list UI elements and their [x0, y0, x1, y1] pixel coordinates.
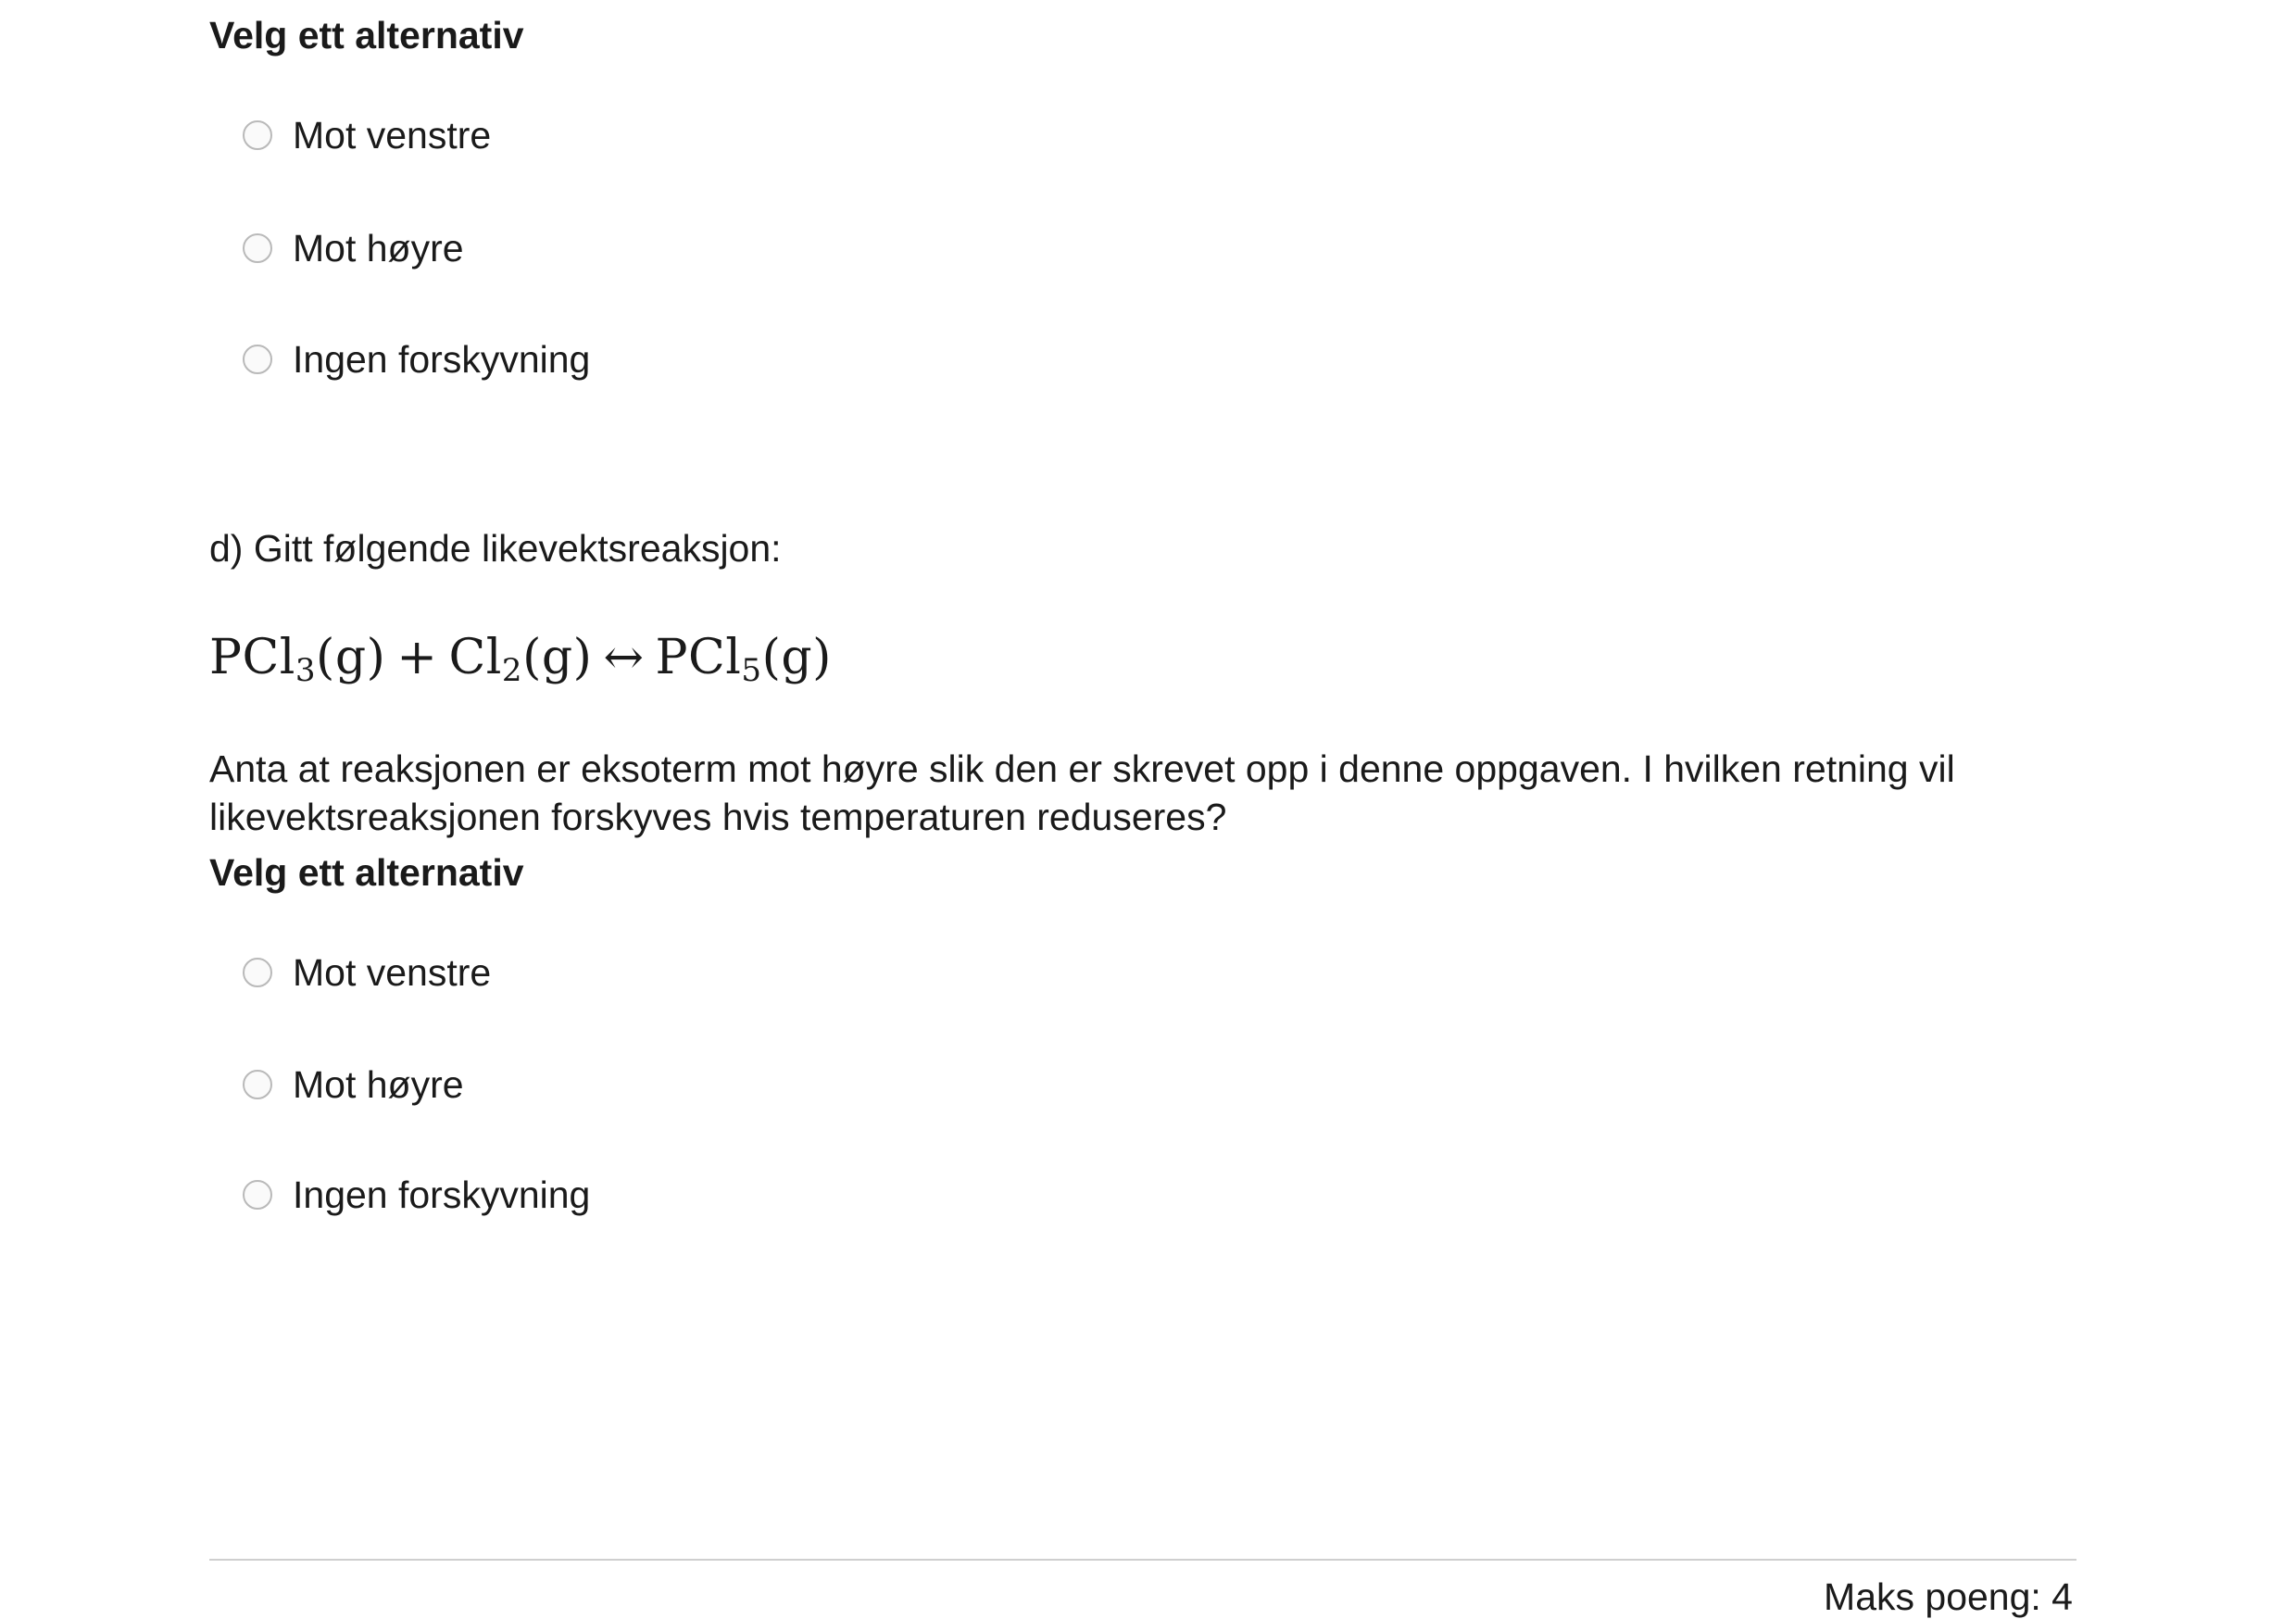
question-text: Anta at reaksjonen er eksoterm mot høyre…: [209, 747, 1955, 838]
option-label: Mot venstre: [293, 951, 492, 994]
option-label: Mot høyre: [293, 227, 464, 270]
radio-button[interactable]: [243, 958, 272, 987]
option-label: Ingen forskyvning: [293, 1173, 591, 1216]
option-label: Mot venstre: [293, 114, 492, 157]
radio-option-ingen-forskyvning[interactable]: Ingen forskyvning: [243, 333, 590, 385]
radio-button[interactable]: [243, 1180, 272, 1210]
radio-option-mot-hoyre[interactable]: Mot høyre: [243, 1059, 464, 1111]
reactant-cl2: Cl2(g): [448, 630, 593, 689]
radio-option-ingen-forskyvning[interactable]: Ingen forskyvning: [243, 1169, 590, 1221]
radio-option-mot-venstre[interactable]: Mot venstre: [243, 947, 491, 998]
radio-button[interactable]: [243, 1070, 272, 1099]
select-prompt: Velg ett alternativ: [209, 851, 524, 894]
reaction-equation: PCl3(g) + Cl2(g) ↔ PCl5(g): [209, 628, 832, 687]
radio-option-mot-venstre[interactable]: Mot venstre: [243, 109, 491, 161]
question-intro: d) Gitt følgende likevektsreaksjon:: [209, 527, 782, 570]
reactant-pcl3: PCl3(g): [209, 630, 386, 689]
radio-button[interactable]: [243, 233, 272, 263]
product-pcl5: PCl5(g): [655, 630, 832, 689]
radio-option-mot-hoyre[interactable]: Mot høyre: [243, 222, 464, 274]
option-label: Mot høyre: [293, 1063, 464, 1106]
max-points-label: Maks poeng: 4: [1824, 1575, 2073, 1618]
select-prompt: Velg ett alternativ: [209, 14, 524, 56]
plus-sign: +: [396, 630, 438, 685]
radio-button[interactable]: [243, 345, 272, 374]
footer-divider: [209, 1559, 2076, 1561]
equilibrium-arrow: ↔: [603, 630, 645, 685]
radio-button[interactable]: [243, 120, 272, 150]
option-label: Ingen forskyvning: [293, 338, 591, 381]
